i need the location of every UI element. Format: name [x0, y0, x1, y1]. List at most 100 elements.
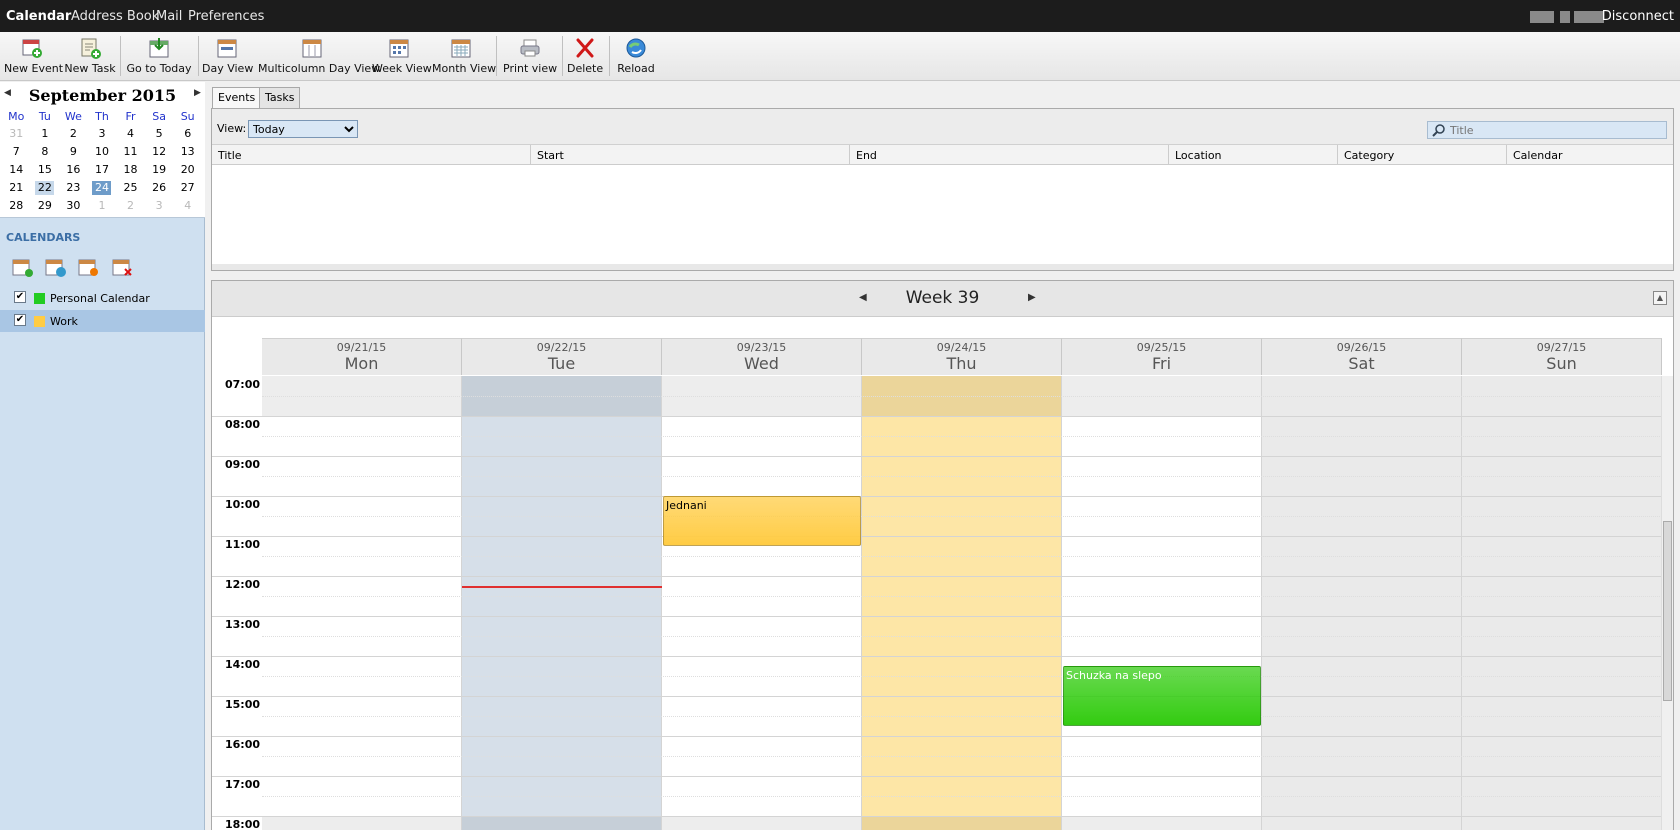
mini-calendar-day[interactable]: 2 [116, 197, 145, 215]
mini-calendar-day[interactable]: 26 [145, 179, 174, 197]
mini-calendar-day[interactable]: 19 [145, 161, 174, 179]
nav-preferences[interactable]: Preferences [188, 9, 264, 24]
mini-calendar-day-number: 22 [35, 181, 55, 195]
work-calendar-checkbox[interactable]: ✔ [14, 314, 26, 326]
calendar-event[interactable]: Jednani [663, 496, 861, 546]
mini-calendar-day[interactable]: 20 [173, 161, 202, 179]
nav-calendar[interactable]: Calendar [6, 9, 71, 24]
personal-calendar-checkbox[interactable]: ✔ [14, 291, 26, 303]
mini-calendar-day[interactable]: 30 [59, 197, 88, 215]
mini-calendar-day[interactable]: 17 [88, 161, 117, 179]
mini-calendar-day[interactable]: 15 [31, 161, 60, 179]
mini-calendar-day[interactable]: 4 [173, 197, 202, 215]
mini-calendar-day[interactable]: 27 [173, 179, 202, 197]
day-column-thu[interactable] [862, 376, 1062, 830]
calendar-item-personal[interactable]: ✔ Personal Calendar [0, 287, 205, 309]
column-start[interactable]: Start [531, 145, 850, 165]
mini-calendar-day[interactable]: 6 [173, 125, 202, 143]
mini-calendar-day[interactable]: 1 [31, 125, 60, 143]
subscribe-calendar-icon[interactable] [45, 258, 67, 278]
week-view-button[interactable]: Week View [372, 34, 432, 80]
mini-calendar-day[interactable]: 16 [59, 161, 88, 179]
day-header-sun[interactable]: 09/27/15 Sun [1462, 338, 1662, 375]
month-view-button[interactable]: Month View [432, 34, 496, 80]
search-input[interactable] [1450, 123, 1660, 137]
calendar-item-work[interactable]: ✔ Work [0, 310, 205, 332]
nav-address-book[interactable]: Address Book [71, 9, 159, 24]
column-location[interactable]: Location [1169, 145, 1338, 165]
mini-calendar-day[interactable]: 4 [116, 125, 145, 143]
calendar-properties-icon[interactable] [78, 258, 100, 278]
mini-calendar-day[interactable]: 21 [2, 179, 31, 197]
mini-calendar-day-number: 13 [180, 145, 195, 158]
print-view-button[interactable]: Print view [503, 34, 557, 80]
mini-calendar-day[interactable]: 24 [88, 179, 117, 197]
mini-calendar-day[interactable]: 23 [59, 179, 88, 197]
day-header-sat[interactable]: 09/26/15 Sat [1262, 338, 1462, 375]
mini-calendar-day[interactable]: 1 [88, 197, 117, 215]
search-icon[interactable] [1431, 123, 1447, 137]
go-to-today-button[interactable]: Go to Today [124, 34, 194, 80]
tab-events[interactable]: Events [212, 87, 262, 108]
day-header-thu[interactable]: 09/24/15 Thu [862, 338, 1062, 375]
delete-button[interactable]: Delete [567, 34, 603, 80]
week-grid[interactable]: 07:00 08:00 09:00 10:00 11:00 12:00 13:00 14:00… [212, 376, 1662, 830]
mini-calendar-day[interactable]: 10 [88, 143, 117, 161]
mini-calendar-day[interactable]: 18 [116, 161, 145, 179]
user-name-redacted [1530, 11, 1554, 23]
scrollbar-thumb[interactable] [1663, 521, 1672, 701]
vertical-scrollbar[interactable] [1661, 376, 1673, 830]
day-date: 09/21/15 [336, 341, 387, 354]
mini-calendar-day[interactable]: 3 [145, 197, 174, 215]
day-view-button[interactable]: Day View [202, 34, 253, 80]
search-box[interactable] [1427, 121, 1667, 139]
add-calendar-icon[interactable] [12, 258, 34, 278]
view-select[interactable]: Today [248, 120, 358, 138]
disconnect-link[interactable]: Disconnect [1602, 9, 1674, 24]
mini-calendar-day[interactable]: 2 [59, 125, 88, 143]
calendar-event[interactable]: Schuzka na slepo [1063, 666, 1261, 726]
mini-calendar-month[interactable]: September [29, 86, 126, 105]
collapse-button[interactable]: ▲ [1653, 291, 1667, 305]
mini-calendar-day[interactable]: 25 [116, 179, 145, 197]
mini-calendar-day[interactable]: 29 [31, 197, 60, 215]
day-column-sat[interactable] [1262, 376, 1462, 830]
day-column-tue[interactable] [462, 376, 662, 830]
new-event-button[interactable]: New Event [4, 34, 63, 80]
delete-calendar-icon[interactable] [112, 258, 134, 278]
column-category[interactable]: Category [1338, 145, 1507, 165]
day-header-tue[interactable]: 09/22/15 Tue [462, 338, 662, 375]
multicolumn-day-view-button[interactable]: Multicolumn Day View [258, 34, 380, 80]
splitter-handle[interactable] [212, 264, 1673, 270]
new-task-button[interactable]: New Task [64, 34, 116, 80]
day-column-sun[interactable] [1462, 376, 1662, 830]
mini-calendar-day[interactable]: 31 [2, 125, 31, 143]
column-end[interactable]: End [850, 145, 1169, 165]
day-column-wed[interactable] [662, 376, 862, 830]
mini-calendar-day[interactable]: 8 [31, 143, 60, 161]
mini-calendar-day[interactable]: 5 [145, 125, 174, 143]
column-title[interactable]: Title [212, 145, 531, 165]
mini-calendar-day[interactable]: 3 [88, 125, 117, 143]
mini-calendar-day[interactable]: 22 [31, 179, 60, 197]
day-column-mon[interactable] [262, 376, 462, 830]
day-name: Tue [547, 354, 576, 373]
mini-calendar-day[interactable]: 9 [59, 143, 88, 161]
next-month-arrow[interactable]: ▶ [194, 88, 201, 98]
mini-calendar-year[interactable]: 2015 [132, 86, 177, 105]
day-header-fri[interactable]: 09/25/15 Fri [1062, 338, 1262, 375]
mini-calendar-day[interactable]: 28 [2, 197, 31, 215]
day-header-wed[interactable]: 09/23/15 Wed [662, 338, 862, 375]
nav-mail[interactable]: Mail [156, 9, 182, 24]
mini-calendar-day[interactable]: 13 [173, 143, 202, 161]
day-column-fri[interactable] [1062, 376, 1262, 830]
next-week-arrow[interactable]: ▶ [1028, 292, 1036, 303]
reload-button[interactable]: Reload [614, 34, 658, 80]
mini-calendar-day[interactable]: 7 [2, 143, 31, 161]
column-calendar[interactable]: Calendar [1507, 145, 1673, 165]
tab-tasks[interactable]: Tasks [259, 87, 301, 108]
mini-calendar-day[interactable]: 11 [116, 143, 145, 161]
mini-calendar-day[interactable]: 12 [145, 143, 174, 161]
mini-calendar-day[interactable]: 14 [2, 161, 31, 179]
day-header-mon[interactable]: 09/21/15 Mon [262, 338, 462, 375]
